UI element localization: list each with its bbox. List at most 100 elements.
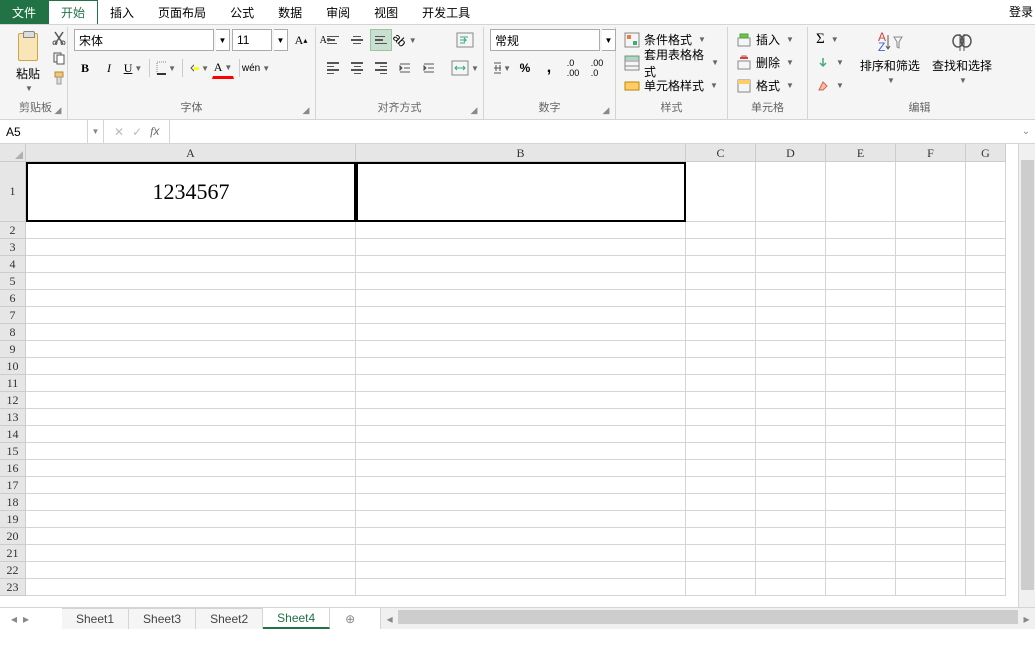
chevron-down-icon[interactable]: ▼	[25, 84, 33, 93]
cell[interactable]	[966, 324, 1006, 341]
cell[interactable]	[356, 273, 686, 290]
cell[interactable]	[26, 324, 356, 341]
cell[interactable]	[356, 545, 686, 562]
find-select-button[interactable]: 查找和选择 ▼	[928, 29, 996, 87]
cell[interactable]	[356, 562, 686, 579]
cell[interactable]	[896, 256, 966, 273]
cell[interactable]	[966, 162, 1006, 222]
cell[interactable]	[826, 477, 896, 494]
sheet-tab[interactable]: Sheet3	[129, 608, 196, 629]
cell[interactable]	[756, 324, 826, 341]
row-header[interactable]: 19	[0, 511, 26, 528]
cell[interactable]	[826, 426, 896, 443]
underline-button[interactable]: U▼	[122, 57, 144, 79]
cell[interactable]	[896, 307, 966, 324]
cell[interactable]	[966, 545, 1006, 562]
cell[interactable]	[686, 409, 756, 426]
cell[interactable]	[756, 375, 826, 392]
copy-button[interactable]	[50, 49, 68, 67]
orientation-button[interactable]: ab▼	[394, 29, 416, 51]
decrease-decimal-button[interactable]: .00.0	[586, 57, 608, 79]
sheet-tab[interactable]: Sheet4	[263, 608, 330, 629]
row-header[interactable]: 12	[0, 392, 26, 409]
cell[interactable]	[686, 307, 756, 324]
cell[interactable]	[356, 341, 686, 358]
cell[interactable]	[356, 443, 686, 460]
cell[interactable]	[896, 477, 966, 494]
add-sheet-button[interactable]: ⊕	[330, 608, 370, 629]
column-header[interactable]: F	[896, 144, 966, 162]
cell[interactable]	[356, 579, 686, 596]
row-header[interactable]: 10	[0, 358, 26, 375]
cell[interactable]	[26, 256, 356, 273]
cell[interactable]	[356, 222, 686, 239]
align-middle-button[interactable]	[346, 29, 368, 51]
number-format-select[interactable]: 常规	[490, 29, 600, 51]
cell[interactable]	[826, 162, 896, 222]
cell[interactable]	[966, 307, 1006, 324]
cell[interactable]	[26, 409, 356, 426]
column-header[interactable]: E	[826, 144, 896, 162]
formula-input[interactable]	[170, 120, 1017, 143]
bold-button[interactable]: B	[74, 57, 96, 79]
row-header[interactable]: 15	[0, 443, 26, 460]
cell[interactable]	[756, 477, 826, 494]
cell[interactable]	[356, 494, 686, 511]
menu-home[interactable]: 开始	[48, 0, 98, 24]
cell[interactable]	[356, 162, 686, 222]
cell[interactable]	[896, 239, 966, 256]
row-header[interactable]: 6	[0, 290, 26, 307]
cell[interactable]	[966, 256, 1006, 273]
cell[interactable]	[896, 579, 966, 596]
cell[interactable]	[686, 375, 756, 392]
row-header[interactable]: 3	[0, 239, 26, 256]
cell[interactable]	[756, 358, 826, 375]
menu-file[interactable]: 文件	[0, 0, 48, 24]
cell[interactable]	[966, 392, 1006, 409]
cell[interactable]	[26, 494, 356, 511]
cell[interactable]	[756, 162, 826, 222]
cell[interactable]	[756, 409, 826, 426]
cell[interactable]	[686, 162, 756, 222]
cell[interactable]	[756, 511, 826, 528]
cell[interactable]	[686, 426, 756, 443]
row-header[interactable]: 20	[0, 528, 26, 545]
format-painter-button[interactable]	[50, 69, 68, 87]
column-header[interactable]: B	[356, 144, 686, 162]
chevron-down-icon[interactable]: ▼	[274, 29, 288, 51]
cell[interactable]	[896, 222, 966, 239]
align-left-button[interactable]	[322, 57, 344, 79]
comma-button[interactable]: ,	[538, 57, 560, 79]
merge-center-button[interactable]: ▼	[450, 57, 480, 79]
cell[interactable]: 1234567	[26, 162, 356, 222]
cut-button[interactable]	[50, 29, 68, 47]
alignment-expand-icon[interactable]: ◢	[468, 104, 480, 116]
cell[interactable]	[356, 392, 686, 409]
autosum-button[interactable]: Σ▼	[814, 29, 846, 50]
cell[interactable]	[826, 375, 896, 392]
cell[interactable]	[26, 341, 356, 358]
cell[interactable]	[686, 392, 756, 409]
border-button[interactable]: ▼	[155, 57, 177, 79]
cell[interactable]	[686, 256, 756, 273]
indent-increase-button[interactable]	[418, 57, 440, 79]
clipboard-expand-icon[interactable]: ◢	[52, 104, 64, 116]
paste-button[interactable]: 粘贴 ▼	[10, 29, 46, 95]
cell[interactable]	[826, 358, 896, 375]
cell[interactable]	[826, 222, 896, 239]
row-header[interactable]: 14	[0, 426, 26, 443]
cell[interactable]	[826, 341, 896, 358]
cell[interactable]	[756, 290, 826, 307]
cell[interactable]	[686, 443, 756, 460]
cell[interactable]	[756, 528, 826, 545]
cell[interactable]	[26, 290, 356, 307]
cell[interactable]	[686, 222, 756, 239]
cell[interactable]	[26, 273, 356, 290]
cell[interactable]	[826, 528, 896, 545]
row-header[interactable]: 1	[0, 162, 26, 222]
row-header[interactable]: 7	[0, 307, 26, 324]
cell[interactable]	[896, 358, 966, 375]
percent-button[interactable]: %	[514, 57, 536, 79]
cell[interactable]	[356, 460, 686, 477]
cell[interactable]	[356, 426, 686, 443]
